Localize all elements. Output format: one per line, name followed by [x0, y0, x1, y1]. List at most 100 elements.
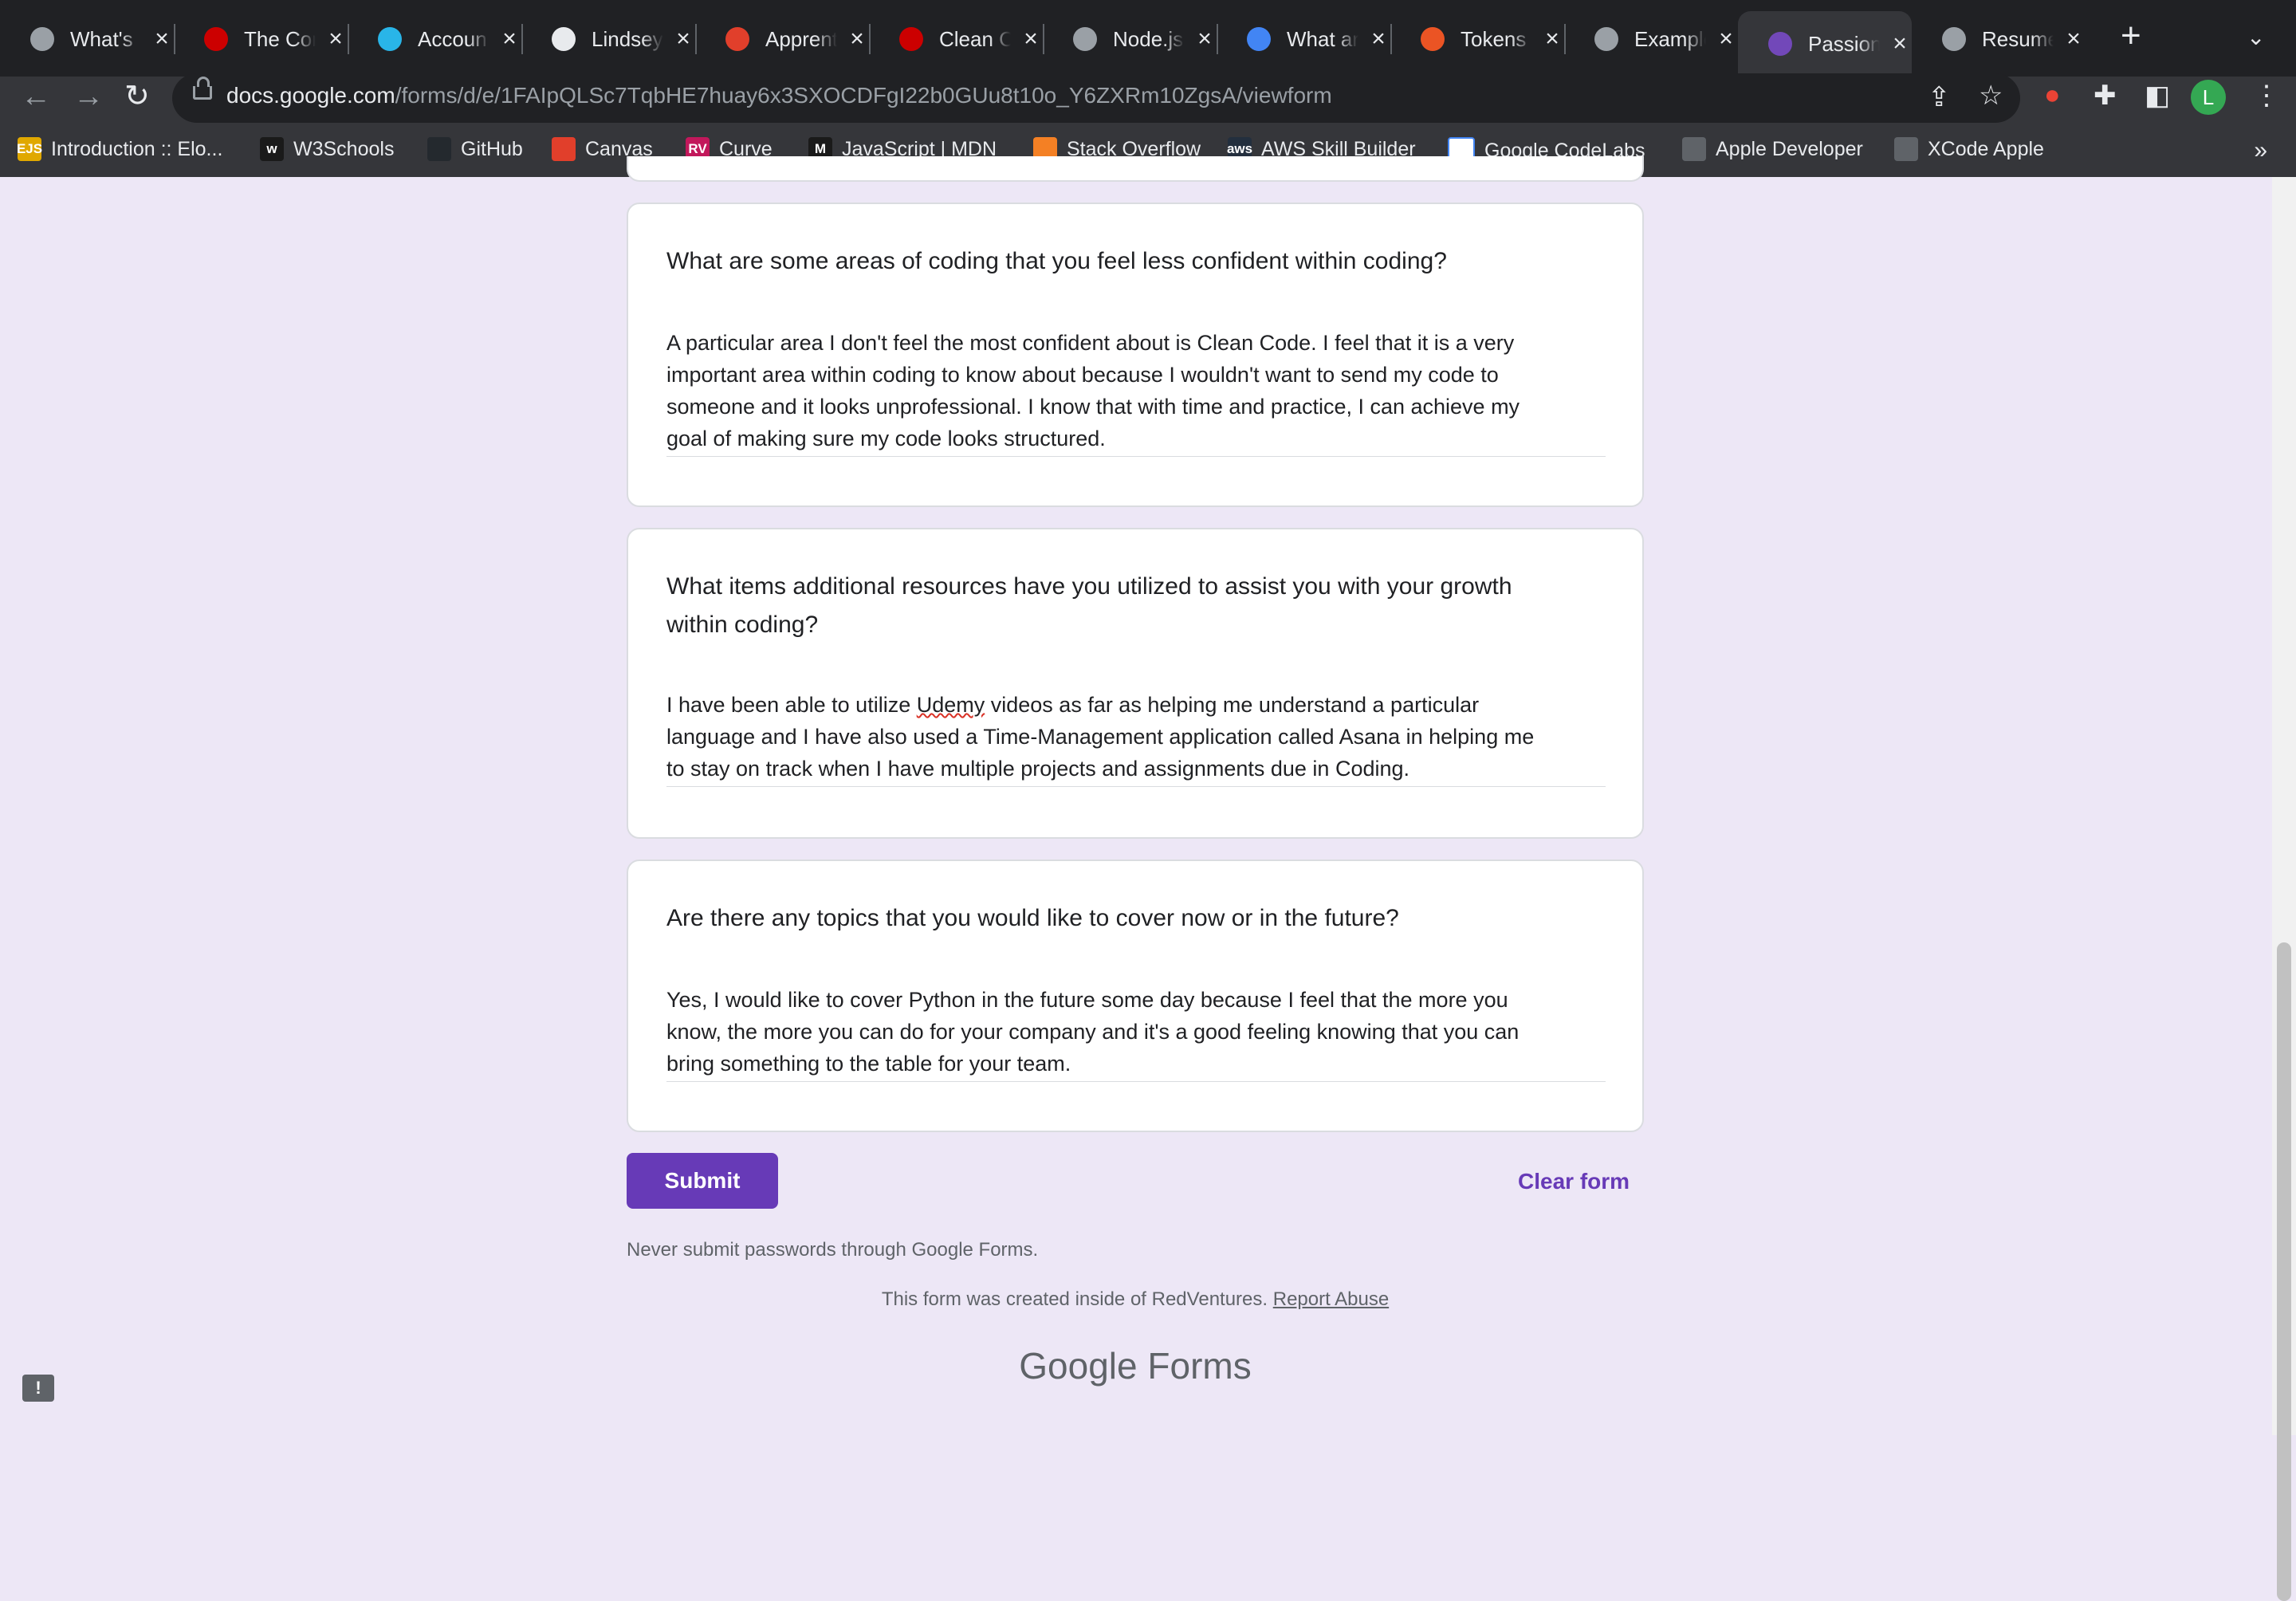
- tab-separator: [521, 24, 523, 54]
- tab-separator: [1043, 24, 1044, 54]
- tab-close-icon[interactable]: ×: [1193, 26, 1217, 53]
- tab-title: Apprent: [765, 26, 837, 51]
- answer-text[interactable]: I have been able to utilize Udemy videos…: [666, 689, 1615, 785]
- password-notice: Never submit passwords through Google Fo…: [627, 1239, 1039, 1261]
- bookmark-label: Introduction :: Elo...: [51, 137, 223, 160]
- url-text[interactable]: docs.google.com/forms/d/e/1FAIpQLSc7TqbH…: [226, 83, 1332, 108]
- answer-line: goal of making sure my code looks struct…: [666, 427, 1106, 450]
- globe-icon: [1594, 27, 1618, 51]
- tab-close-icon[interactable]: ×: [1888, 30, 1912, 57]
- tab-close-icon[interactable]: ×: [1714, 26, 1738, 53]
- tab-title: Resume: [1982, 26, 2054, 51]
- share-icon[interactable]: ⇪: [1928, 81, 1951, 113]
- canvas-icon: [725, 27, 749, 51]
- tab-close-icon[interactable]: ×: [150, 26, 174, 53]
- browser-tab[interactable]: Example ×: [1564, 11, 1738, 67]
- answer-text[interactable]: Yes, I would like to cover Python in the…: [666, 984, 1615, 1080]
- forward-button[interactable]: →: [73, 80, 104, 114]
- bookmark-label: GitHub: [461, 137, 523, 160]
- back-button[interactable]: ←: [21, 80, 51, 114]
- previous-question-card: [627, 156, 1644, 182]
- answer-line: important area within coding to know abo…: [666, 363, 1499, 387]
- tab-close-icon[interactable]: ×: [1019, 26, 1043, 53]
- bookmark-item[interactable]: w W3Schools: [260, 137, 394, 161]
- tab-title: What's: [70, 26, 133, 51]
- tab-close-icon[interactable]: ×: [2062, 26, 2086, 53]
- tab-separator: [869, 24, 871, 54]
- tab-title: Tokens: [1461, 26, 1527, 51]
- browser-tab[interactable]: Apprent ×: [695, 11, 869, 67]
- bookmark-item[interactable]: XCode Apple: [1894, 137, 2044, 161]
- answer-line: someone and it looks unprofessional. I k…: [666, 395, 1520, 419]
- extension-icon[interactable]: ●: [2044, 80, 2061, 111]
- tab-title: Lindsey: [592, 26, 663, 51]
- tab-title: Passion: [1808, 31, 1880, 56]
- scrollbar-thumb[interactable]: [2277, 942, 2291, 1601]
- tab-close-icon[interactable]: ×: [324, 26, 348, 53]
- browser-tab[interactable]: Resume ×: [1912, 11, 2086, 67]
- profile-avatar[interactable]: L: [2191, 80, 2226, 115]
- tab-strip: What's × The Cor × Accoun × Lindsey × Apprent × Cl…: [0, 0, 2296, 77]
- browser-tab[interactable]: The Cor ×: [174, 11, 348, 67]
- answer-line: to stay on track when I have multiple pr…: [666, 757, 1410, 781]
- report-abuse-link[interactable]: Report Abuse: [1273, 1288, 1389, 1310]
- tab-title: Node.js: [1113, 26, 1184, 51]
- tab-separator: [1390, 24, 1392, 54]
- browser-tab[interactable]: Node.js ×: [1043, 11, 1217, 67]
- question-title: Are there any topics that you would like…: [666, 905, 1399, 931]
- github-icon: [552, 27, 576, 51]
- browser-tab[interactable]: What ar ×: [1217, 11, 1390, 67]
- reload-button[interactable]: ↻: [124, 78, 150, 114]
- tab-title: The Cor: [244, 26, 316, 51]
- address-bar[interactable]: docs.google.com/forms/d/e/1FAIpQLSc7TqbH…: [172, 73, 2020, 123]
- feedback-icon[interactable]: !: [22, 1375, 54, 1402]
- question-card-1: What are some areas of coding that you f…: [627, 203, 1644, 507]
- bookmark-star-icon[interactable]: ☆: [1979, 80, 2003, 112]
- rails-icon: [204, 27, 228, 51]
- tab-title: Clean C: [939, 26, 1011, 51]
- url-host: docs.google.com: [226, 83, 395, 108]
- answer-fragment: videos as far as helping me understand a…: [985, 693, 1480, 717]
- browser-tab[interactable]: Accoun ×: [348, 11, 521, 67]
- tab-close-icon[interactable]: ×: [497, 26, 521, 53]
- browser-tab[interactable]: Clean C ×: [869, 11, 1043, 67]
- tab-title: Example: [1634, 26, 1706, 51]
- extensions-puzzle-icon[interactable]: ✚: [2094, 80, 2117, 112]
- answer-line: Yes, I would like to cover Python in the…: [666, 988, 1508, 1012]
- rails-icon: [899, 27, 923, 51]
- answer-line: A particular area I don't feel the most …: [666, 331, 1515, 355]
- question-title: What items additional resources have you…: [666, 568, 1615, 644]
- answer-underline: [666, 786, 1606, 787]
- browser-tab[interactable]: Tokens ×: [1390, 11, 1564, 67]
- question-title: What are some areas of coding that you f…: [666, 248, 1447, 274]
- browser-tab[interactable]: What's ×: [0, 11, 174, 67]
- answer-underline: [666, 1081, 1606, 1082]
- bookmark-item[interactable]: EJS Introduction :: Elo...: [17, 137, 223, 161]
- answer-text[interactable]: A particular area I don't feel the most …: [666, 327, 1615, 454]
- menu-kebab-icon[interactable]: ⋮: [2253, 80, 2280, 112]
- tab-separator: [1564, 24, 1566, 54]
- tab-close-icon[interactable]: ×: [1540, 26, 1564, 53]
- browser-tab[interactable]: Lindsey ×: [521, 11, 695, 67]
- tab-separator: [174, 24, 175, 54]
- tab-search-chevron-icon[interactable]: ⌄: [2247, 24, 2265, 50]
- chrome-icon: [30, 27, 54, 51]
- browser-tab[interactable]: Passion ×: [1738, 11, 1912, 77]
- bookmark-item[interactable]: Apple Developer: [1682, 137, 1863, 161]
- spellcheck-word: Udemy: [916, 693, 985, 717]
- new-tab-button[interactable]: +: [2121, 16, 2141, 56]
- tab-separator: [348, 24, 349, 54]
- clear-form-button[interactable]: Clear form: [1518, 1169, 1630, 1194]
- google-icon: [1247, 27, 1271, 51]
- google-forms-logo[interactable]: Google Forms: [0, 1344, 2270, 1387]
- bookmark-label: W3Schools: [293, 137, 395, 160]
- tab-close-icon[interactable]: ×: [671, 26, 695, 53]
- submit-button[interactable]: Submit: [627, 1153, 778, 1209]
- snowflake-icon: [378, 27, 402, 51]
- scrollbar[interactable]: [2272, 177, 2296, 1601]
- tab-close-icon[interactable]: ×: [1366, 26, 1390, 53]
- tab-close-icon[interactable]: ×: [845, 26, 869, 53]
- bookmarks-overflow-icon[interactable]: »: [2254, 137, 2267, 164]
- side-panel-icon[interactable]: ◧: [2145, 80, 2170, 112]
- bookmark-item[interactable]: GitHub: [427, 137, 523, 161]
